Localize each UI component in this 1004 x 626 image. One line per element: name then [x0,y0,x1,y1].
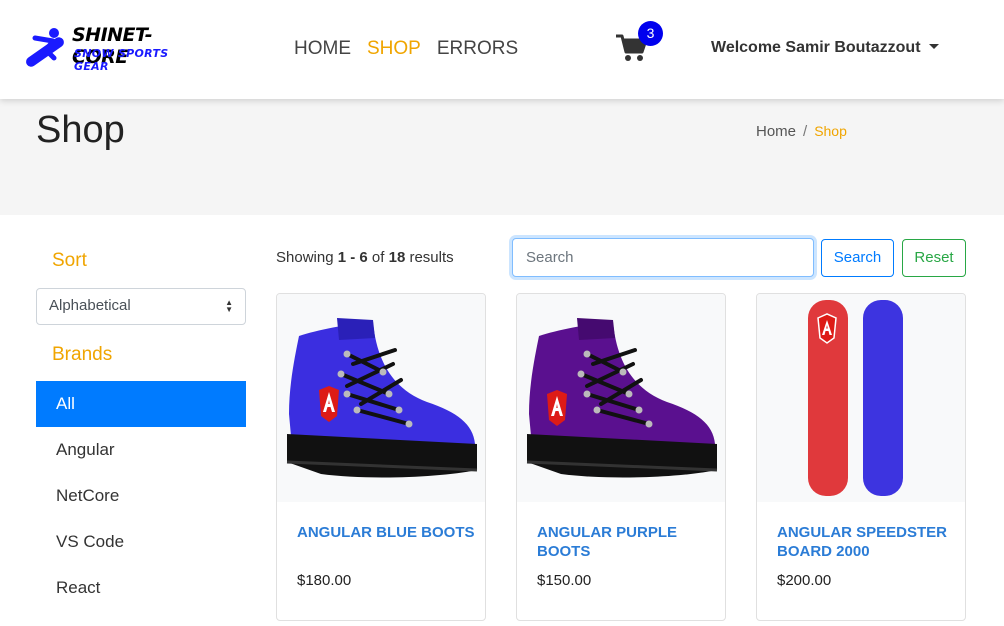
breadcrumb-home[interactable]: Home [756,123,796,140]
breadcrumb-separator: / [803,123,808,140]
results-range-start: 1 [337,249,347,266]
brand-tagline: SNOW SPORTS GEAR [74,47,169,73]
boot-image [286,318,478,478]
nav-link-errors[interactable]: ERRORS [437,38,518,60]
snowboarder-logo-icon [26,28,64,67]
page-title: Shop [36,109,125,151]
caret-down-icon [928,44,939,49]
angular-logo-icon [319,386,339,422]
product-image[interactable] [277,294,485,502]
main-nav: HOME SHOP ERRORS [294,38,518,60]
search-button[interactable]: Search [821,239,894,277]
product-name[interactable]: Angular Purple Boots [537,523,717,561]
sort-selected-value: Alphabetical [49,297,131,314]
product-price: $150.00 [537,572,592,589]
product-name[interactable]: Angular Blue Boots [297,523,477,542]
product-card[interactable]: Angular Speedster Board 2000 $200.00 [756,293,966,621]
brand-item-angular[interactable]: Angular [36,427,246,473]
angular-logo-icon [547,390,567,426]
angular-logo-icon [817,313,837,344]
breadcrumb: Home / Shop [756,123,847,140]
product-name[interactable]: Angular Speedster Board 2000 [777,523,957,561]
brand-item-vscode[interactable]: VS Code [36,519,246,565]
product-price: $180.00 [297,572,352,589]
results-range-end: 6 [359,249,368,266]
sort-heading: Sort [52,250,87,271]
search-placeholder: Search [526,249,574,266]
search-input[interactable]: Search [512,238,814,277]
results-summary: Showing 1 - 6 of 18 results [276,249,454,266]
results-range-dash: - [346,249,360,266]
user-menu-toggle[interactable]: Welcome Samir Boutazzout [711,39,939,57]
brand-item-react[interactable]: React [36,565,246,611]
snowboard-image [808,300,903,496]
brands-heading: Brands [52,344,113,365]
sort-select[interactable]: Alphabetical ▲ ▼ [36,288,246,325]
cart-count-badge: 3 [638,21,663,46]
results-showing-label: Showing [276,249,334,266]
product-image[interactable] [517,294,725,502]
reset-button[interactable]: Reset [902,239,966,277]
product-card[interactable]: Angular Blue Boots $180.00 [276,293,486,621]
select-arrows-icon: ▲ ▼ [225,298,233,314]
brand-item-netcore[interactable]: NetCore [36,473,246,519]
product-image[interactable] [757,294,965,502]
product-card[interactable]: Angular Purple Boots $150.00 [516,293,726,621]
brand-item-all[interactable]: All [36,381,246,427]
boot-image [526,318,718,478]
brand-logo[interactable]: SHINET-CORE SNOW SPORTS GEAR [20,24,192,74]
nav-link-shop[interactable]: SHOP [367,38,421,60]
brand-list: All Angular NetCore VS Code React [36,381,246,611]
results-total: 18 [388,249,406,266]
results-of-label: of [371,249,385,266]
results-suffix: results [409,249,454,266]
product-price: $200.00 [777,572,832,589]
page-header: Shop Home / Shop [0,99,1004,215]
user-welcome-text: Welcome Samir Boutazzout [711,39,921,56]
nav-link-home[interactable]: HOME [294,38,351,60]
breadcrumb-current: Shop [814,123,847,139]
navbar: SHINET-CORE SNOW SPORTS GEAR HOME SHOP E… [0,0,1004,99]
